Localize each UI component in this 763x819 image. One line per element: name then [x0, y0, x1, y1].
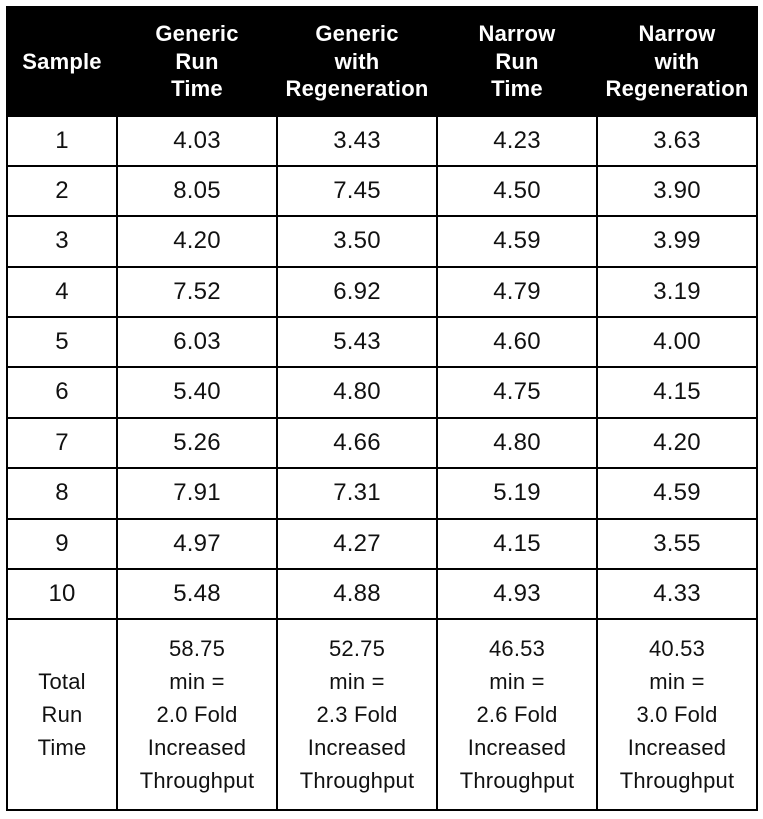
cell-value: 5.43	[277, 317, 437, 367]
table-row: 28.057.454.503.90	[7, 166, 757, 216]
table-body: 14.033.434.233.6328.057.454.503.9034.203…	[7, 116, 757, 811]
table-row: 94.974.274.153.55	[7, 519, 757, 569]
cell-sample: 4	[7, 267, 117, 317]
cell-sample: 3	[7, 216, 117, 266]
footer-narrow-regen: 40.53min =3.0 FoldIncreasedThroughput	[597, 619, 757, 810]
header-generic-regen: GenericwithRegeneration	[277, 7, 437, 116]
cell-value: 4.03	[117, 116, 277, 166]
table-row: 47.526.924.793.19	[7, 267, 757, 317]
cell-sample: 1	[7, 116, 117, 166]
footer-label: TotalRunTime	[7, 619, 117, 810]
cell-sample: 5	[7, 317, 117, 367]
cell-value: 4.15	[597, 367, 757, 417]
cell-value: 4.66	[277, 418, 437, 468]
cell-value: 3.55	[597, 519, 757, 569]
table-row: 65.404.804.754.15	[7, 367, 757, 417]
footer-generic-regen: 52.75min =2.3 FoldIncreasedThroughput	[277, 619, 437, 810]
cell-value: 3.50	[277, 216, 437, 266]
cell-value: 4.33	[597, 569, 757, 619]
table-row: 56.035.434.604.00	[7, 317, 757, 367]
cell-value: 4.20	[117, 216, 277, 266]
cell-value: 4.15	[437, 519, 597, 569]
header-generic-run-time: GenericRunTime	[117, 7, 277, 116]
cell-value: 4.59	[597, 468, 757, 518]
cell-value: 3.19	[597, 267, 757, 317]
cell-value: 5.40	[117, 367, 277, 417]
header-sample: Sample	[7, 7, 117, 116]
cell-value: 7.91	[117, 468, 277, 518]
cell-value: 4.27	[277, 519, 437, 569]
cell-value: 3.99	[597, 216, 757, 266]
table-row: 14.033.434.233.63	[7, 116, 757, 166]
cell-sample: 9	[7, 519, 117, 569]
cell-sample: 6	[7, 367, 117, 417]
cell-value: 3.90	[597, 166, 757, 216]
footer-generic-run-time: 58.75min =2.0 FoldIncreasedThroughput	[117, 619, 277, 810]
cell-value: 4.60	[437, 317, 597, 367]
cell-sample: 2	[7, 166, 117, 216]
cell-value: 4.79	[437, 267, 597, 317]
cell-value: 3.63	[597, 116, 757, 166]
cell-value: 5.19	[437, 468, 597, 518]
cell-value: 4.93	[437, 569, 597, 619]
cell-value: 7.52	[117, 267, 277, 317]
cell-value: 4.00	[597, 317, 757, 367]
cell-value: 4.59	[437, 216, 597, 266]
cell-value: 4.20	[597, 418, 757, 468]
cell-value: 4.23	[437, 116, 597, 166]
table-row: 75.264.664.804.20	[7, 418, 757, 468]
cell-sample: 10	[7, 569, 117, 619]
cell-value: 5.26	[117, 418, 277, 468]
cell-value: 4.75	[437, 367, 597, 417]
cell-sample: 7	[7, 418, 117, 468]
cell-value: 4.88	[277, 569, 437, 619]
header-narrow-regen: NarrowwithRegeneration	[597, 7, 757, 116]
cell-sample: 8	[7, 468, 117, 518]
footer-narrow-run-time: 46.53min =2.6 FoldIncreasedThroughput	[437, 619, 597, 810]
runtime-table: Sample GenericRunTime GenericwithRegener…	[6, 6, 758, 811]
cell-value: 6.92	[277, 267, 437, 317]
cell-value: 5.48	[117, 569, 277, 619]
total-row: TotalRunTime58.75min =2.0 FoldIncreasedT…	[7, 619, 757, 810]
header-row: Sample GenericRunTime GenericwithRegener…	[7, 7, 757, 116]
cell-value: 4.80	[277, 367, 437, 417]
table-row: 87.917.315.194.59	[7, 468, 757, 518]
cell-value: 4.50	[437, 166, 597, 216]
cell-value: 3.43	[277, 116, 437, 166]
header-narrow-run-time: NarrowRunTime	[437, 7, 597, 116]
cell-value: 7.45	[277, 166, 437, 216]
cell-value: 7.31	[277, 468, 437, 518]
cell-value: 4.97	[117, 519, 277, 569]
table-row: 34.203.504.593.99	[7, 216, 757, 266]
cell-value: 6.03	[117, 317, 277, 367]
cell-value: 4.80	[437, 418, 597, 468]
cell-value: 8.05	[117, 166, 277, 216]
table-row: 105.484.884.934.33	[7, 569, 757, 619]
